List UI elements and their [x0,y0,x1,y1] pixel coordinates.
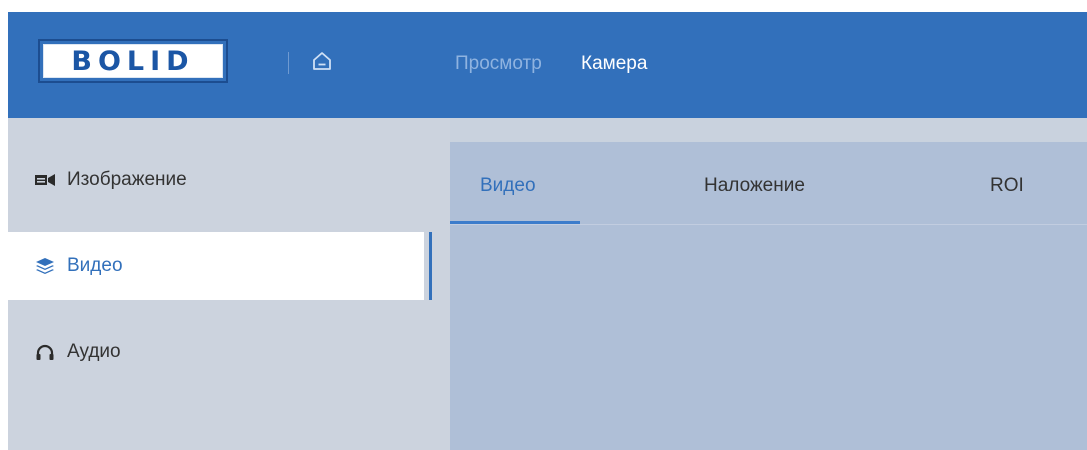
camera-icon [34,169,56,191]
active-tab-indicator [450,221,580,224]
headphones-icon [34,341,56,363]
sidebar-item-image[interactable]: Изображение [8,146,424,214]
home-icon[interactable] [311,50,333,72]
tab-video[interactable]: Видео [480,174,536,198]
sidebar-item-label: Аудио [67,341,121,362]
nav-preview[interactable]: Просмотр [455,52,542,76]
tab-roi[interactable]: ROI [990,174,1024,198]
sidebar-item-label: Видео [67,255,123,276]
sidebar-item-video[interactable]: Видео [8,232,432,300]
logo-text: BOLID [71,45,195,77]
bolid-logo: BOLID [38,39,228,83]
nav-camera[interactable]: Камера [581,52,647,76]
sidebar: Изображение Видео Аудио [8,118,450,450]
app-window: BOLID Просмотр Камера Изображение Видео … [8,12,1087,450]
main-content: Видео Наложение ROI [450,142,1087,450]
top-header: BOLID Просмотр Камера [8,12,1087,118]
tab-bar: Видео Наложение ROI [450,142,1087,225]
sidebar-item-audio[interactable]: Аудио [8,318,424,386]
sidebar-item-label: Изображение [67,169,187,190]
layers-icon [34,255,56,277]
header-divider [288,52,289,74]
tab-overlay[interactable]: Наложение [704,174,805,198]
